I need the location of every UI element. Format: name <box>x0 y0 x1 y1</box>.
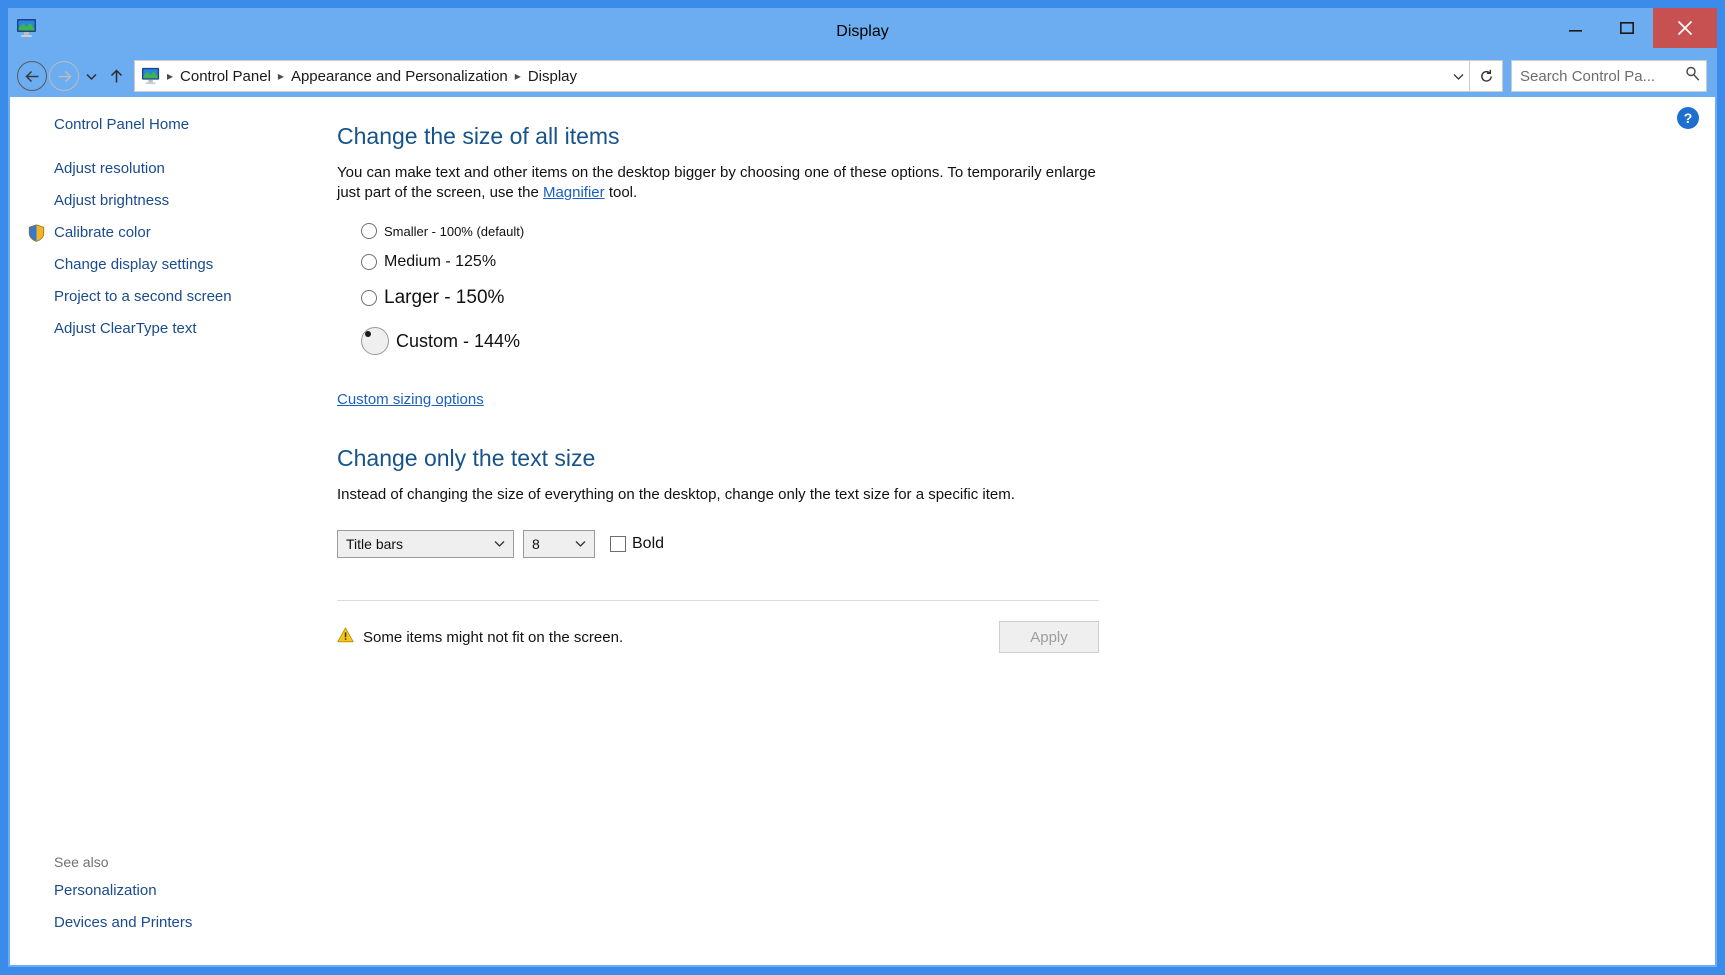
content-area: Control Panel Home Adjust resolution Adj… <box>10 97 1715 965</box>
maximize-button[interactable] <box>1601 8 1653 48</box>
item-type-select-value: Title bars <box>346 536 404 552</box>
recent-locations-dropdown[interactable] <box>80 60 102 92</box>
radio-label: Medium - 125% <box>384 253 497 270</box>
main-panel: ? Change the size of all items You can m… <box>306 97 1715 965</box>
item-type-select[interactable]: Title bars <box>337 530 514 558</box>
radio-label: Custom - 144% <box>396 330 521 351</box>
forward-arrow-icon <box>49 61 79 91</box>
magnifier-link[interactable]: Magnifier <box>543 184 605 201</box>
scaling-radio-group: Smaller - 100% (default) Medium - 125% L… <box>361 223 1715 355</box>
bold-checkbox-label: Bold <box>632 535 665 552</box>
sidebar-item-label: Adjust resolution <box>54 160 165 177</box>
see-also-title: See also <box>54 854 109 870</box>
sidebar-item-label: Calibrate color <box>54 224 151 241</box>
breadcrumb-item-appearance[interactable]: Appearance and Personalization <box>286 68 513 85</box>
sidebar-item-label: Adjust brightness <box>54 192 170 209</box>
text-size-description: Instead of changing the size of everythi… <box>337 486 1015 503</box>
chevron-down-icon <box>489 538 509 550</box>
minimize-button[interactable] <box>1549 8 1601 48</box>
radio-button-icon[interactable] <box>361 290 377 306</box>
display-settings-window: Display ▸ Control Panel ▸ Appearance and… <box>8 8 1717 967</box>
font-size-select[interactable]: 8 <box>523 530 595 558</box>
breadcrumb-item-display[interactable]: Display <box>523 68 582 85</box>
breadcrumb-separator-2[interactable]: ▸ <box>513 69 523 83</box>
title-bar: Display <box>8 8 1717 55</box>
warning-triangle-icon <box>337 627 354 648</box>
see-also-item-personalization[interactable]: Personalization <box>10 881 306 901</box>
radio-option-medium[interactable]: Medium - 125% <box>361 253 1715 271</box>
description-text-part1: You can make text and other items on the… <box>337 164 1096 201</box>
breadcrumb-item-control-panel[interactable]: Control Panel <box>175 68 276 85</box>
checkbox-icon[interactable] <box>610 536 626 552</box>
sidebar-item-adjust-cleartype[interactable]: Adjust ClearType text <box>10 319 306 339</box>
display-monitor-icon <box>16 18 38 38</box>
sidebar-item-control-panel-home[interactable]: Control Panel Home <box>10 115 306 135</box>
breadcrumb-display-icon <box>141 67 161 85</box>
warning-message: Some items might not fit on the screen. <box>363 628 624 646</box>
text-size-controls: Title bars 8 Bold <box>337 530 1715 558</box>
see-also-section: See also Personalization Devices and Pri… <box>10 854 306 945</box>
breadcrumb-separator-1[interactable]: ▸ <box>276 69 286 83</box>
up-one-level-button[interactable] <box>102 60 130 92</box>
radio-option-smaller[interactable]: Smaller - 100% (default) <box>361 223 1715 239</box>
sidebar-item-label: Project to a second screen <box>54 288 232 305</box>
text-size-heading: Change only the text size <box>337 445 596 471</box>
chevron-down-icon <box>570 538 590 550</box>
back-button[interactable] <box>16 60 48 92</box>
font-size-select-value: 8 <box>532 536 540 552</box>
address-bar: ▸ Control Panel ▸ Appearance and Persona… <box>8 55 1717 97</box>
forward-button[interactable] <box>48 60 80 92</box>
back-arrow-icon <box>17 61 47 91</box>
sidebar-item-label: Adjust ClearType text <box>54 320 197 337</box>
breadcrumb-bar[interactable]: ▸ Control Panel ▸ Appearance and Persona… <box>134 60 1470 92</box>
radio-button-icon[interactable] <box>361 223 377 239</box>
page-title: Change the size of all items <box>337 123 620 149</box>
radio-button-icon[interactable] <box>361 254 377 270</box>
radio-option-larger[interactable]: Larger - 150% <box>361 287 1715 309</box>
sidebar-item-calibrate-color[interactable]: Calibrate color <box>10 223 306 243</box>
help-button[interactable]: ? <box>1677 107 1699 129</box>
radio-button-icon-selected[interactable] <box>361 327 389 355</box>
description-text-part2: tool. <box>604 184 638 201</box>
search-input[interactable]: Search Control Pa... <box>1520 68 1685 85</box>
window-title: Display <box>836 23 889 40</box>
refresh-button[interactable] <box>1470 60 1503 92</box>
search-icon <box>1685 66 1700 86</box>
sidebar-item-adjust-resolution[interactable]: Adjust resolution <box>10 159 306 179</box>
sidebar: Control Panel Home Adjust resolution Adj… <box>10 97 306 965</box>
chevron-down-icon[interactable] <box>1447 69 1469 83</box>
custom-sizing-options-link[interactable]: Custom sizing options <box>337 391 484 408</box>
radio-label: Larger - 150% <box>384 287 505 308</box>
sidebar-item-project-second-screen[interactable]: Project to a second screen <box>10 287 306 307</box>
size-section-description: You can make text and other items on the… <box>337 163 1107 203</box>
sidebar-item-change-display-settings[interactable]: Change display settings <box>10 255 306 275</box>
footer-row: Some items might not fit on the screen. … <box>337 621 1099 653</box>
divider <box>337 600 1099 601</box>
uac-shield-icon <box>28 224 45 242</box>
window-controls <box>1549 8 1717 48</box>
search-box[interactable]: Search Control Pa... <box>1511 60 1707 92</box>
radio-label: Smaller - 100% (default) <box>384 223 525 239</box>
apply-button[interactable]: Apply <box>999 621 1099 653</box>
sidebar-item-adjust-brightness[interactable]: Adjust brightness <box>10 191 306 211</box>
breadcrumb-separator-0[interactable]: ▸ <box>165 69 175 83</box>
radio-option-custom[interactable]: Custom - 144% <box>361 327 1715 355</box>
sidebar-item-label: Change display settings <box>54 256 214 273</box>
see-also-item-devices-printers[interactable]: Devices and Printers <box>10 913 306 933</box>
bold-checkbox[interactable]: Bold <box>610 535 664 553</box>
close-button[interactable] <box>1653 8 1717 48</box>
